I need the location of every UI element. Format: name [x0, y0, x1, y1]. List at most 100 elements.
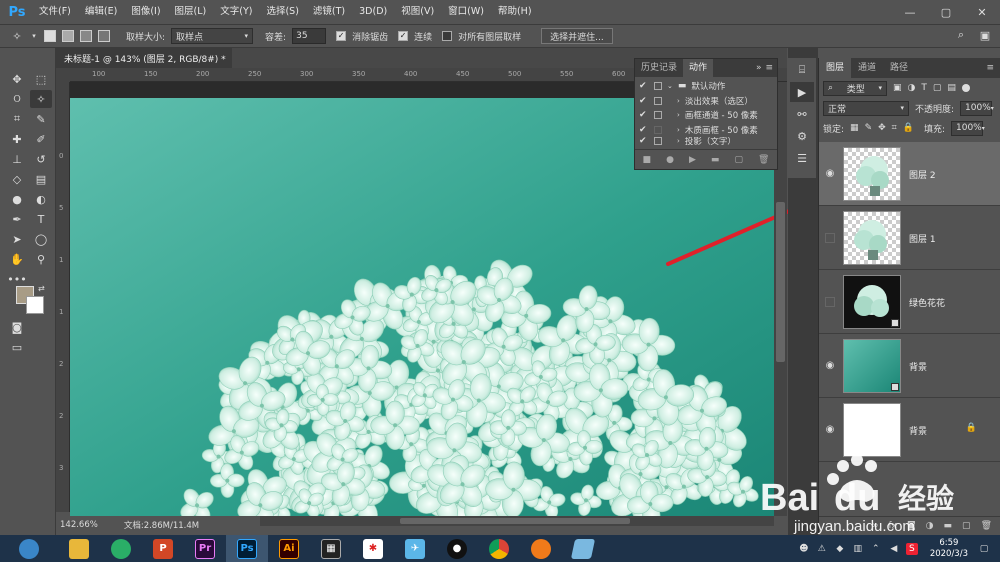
- taskbar-app-video[interactable]: ▦: [310, 535, 352, 562]
- volume-icon[interactable]: ◀: [888, 543, 900, 555]
- close-icon[interactable]: ✕: [964, 0, 1000, 24]
- subtract-selection-icon[interactable]: [80, 30, 92, 42]
- taskbar-app-powerpoint[interactable]: P: [142, 535, 184, 562]
- new-set-icon[interactable]: ▬: [711, 155, 720, 165]
- dialog-toggle-icon[interactable]: [654, 96, 662, 105]
- adjustments-panel-icon[interactable]: ⚙: [790, 126, 814, 146]
- lock-pixels-icon[interactable]: ✎: [865, 123, 873, 133]
- menu-type[interactable]: 文字(Y): [213, 0, 259, 24]
- eyedropper-tool-icon[interactable]: ✎: [30, 110, 52, 128]
- taskbar-app-wechat[interactable]: [100, 535, 142, 562]
- panel-collapse-icon[interactable]: »: [756, 63, 762, 73]
- taskbar-app-orange[interactable]: [520, 535, 562, 562]
- shape-tool-icon[interactable]: ◯: [30, 230, 52, 248]
- healing-tool-icon[interactable]: ✚: [6, 130, 28, 148]
- brush-panel-icon[interactable]: ⚯: [790, 104, 814, 124]
- taskbar-app-explorer[interactable]: [58, 535, 100, 562]
- taskbar-app-chrome[interactable]: [478, 535, 520, 562]
- action-item[interactable]: ✔ › 淡出效果（选区）: [635, 94, 777, 109]
- horizontal-scrollbar[interactable]: [260, 516, 774, 526]
- menu-filter[interactable]: 滤镜(T): [306, 0, 352, 24]
- action-center-icon[interactable]: ▢: [978, 543, 990, 555]
- filter-adjust-icon[interactable]: ◑: [908, 83, 916, 93]
- hand-tool-icon[interactable]: ✋: [6, 250, 28, 268]
- new-action-icon[interactable]: ▢: [734, 155, 743, 165]
- sogou-icon[interactable]: S: [905, 542, 918, 555]
- layer-item[interactable]: 图层 1: [819, 206, 1000, 270]
- layer-name[interactable]: 图层 2: [909, 168, 936, 181]
- filter-type-icon[interactable]: T: [921, 83, 927, 93]
- layer-filter-select[interactable]: ⌕ 类型 ▾: [823, 80, 887, 96]
- minimize-icon[interactable]: —: [892, 0, 928, 24]
- play-icon[interactable]: ▶: [689, 155, 696, 165]
- eye-hidden-icon[interactable]: [825, 297, 835, 307]
- stop-icon[interactable]: ■: [643, 155, 652, 165]
- menu-select[interactable]: 选择(S): [259, 0, 305, 24]
- menu-layer[interactable]: 图层(L): [168, 0, 214, 24]
- search-icon[interactable]: ⌕: [954, 28, 968, 42]
- pen-tool-icon[interactable]: ✒: [6, 210, 28, 228]
- record-icon[interactable]: ●: [666, 155, 674, 165]
- filter-toggle[interactable]: [961, 84, 970, 92]
- taskbar-app-red[interactable]: ✱: [352, 535, 394, 562]
- lock-transparent-icon[interactable]: ▦: [850, 123, 859, 133]
- background-color-swatch[interactable]: [26, 296, 44, 314]
- maximize-icon[interactable]: ▢: [928, 0, 964, 24]
- eye-icon[interactable]: ◉: [823, 166, 837, 180]
- menu-edit[interactable]: 编辑(E): [78, 0, 124, 24]
- network-icon[interactable]: ▥: [852, 543, 864, 555]
- taskbar-app-illustrator[interactable]: Ai: [268, 535, 310, 562]
- check-icon[interactable]: ✔: [639, 110, 649, 120]
- menu-help[interactable]: 帮助(H): [491, 0, 539, 24]
- dodge-tool-icon[interactable]: ◐: [30, 190, 52, 208]
- layer-name[interactable]: 绿色花花: [909, 296, 945, 309]
- chevron-right-icon[interactable]: ›: [677, 97, 680, 105]
- taskbar-app-bird[interactable]: ✈: [394, 535, 436, 562]
- quick-mask-icon[interactable]: ◙: [6, 318, 28, 336]
- opacity-input[interactable]: 100% ▾: [960, 100, 994, 116]
- taskbar-app-premiere[interactable]: Pr: [184, 535, 226, 562]
- screen-mode-icon[interactable]: ▭: [6, 338, 28, 356]
- gradient-tool-icon[interactable]: ▤: [30, 170, 52, 188]
- chevron-right-icon[interactable]: ›: [677, 126, 680, 134]
- new-selection-icon[interactable]: [44, 30, 56, 42]
- filter-shape-icon[interactable]: ▢: [933, 83, 942, 93]
- properties-panel-icon[interactable]: ☰: [790, 148, 814, 168]
- contiguous-checkbox[interactable]: ✓: [398, 31, 409, 41]
- lock-position-icon[interactable]: ✥: [878, 123, 886, 133]
- add-selection-icon[interactable]: [62, 30, 74, 42]
- path-select-icon[interactable]: ➤: [6, 230, 28, 248]
- horizontal-scroll-thumb[interactable]: [400, 518, 630, 524]
- actions-panel-icon[interactable]: ▶: [790, 82, 814, 102]
- tab-paths[interactable]: 路径: [883, 58, 915, 78]
- blend-mode-select[interactable]: 正常 ▾: [823, 100, 909, 116]
- antialias-checkbox[interactable]: ✓: [336, 31, 347, 41]
- notification-icon[interactable]: ⚠: [816, 543, 828, 555]
- tab-history[interactable]: 历史记录: [635, 59, 683, 77]
- start-button[interactable]: [0, 535, 58, 562]
- menu-image[interactable]: 图像(I): [124, 0, 167, 24]
- filter-pixel-icon[interactable]: ▣: [893, 83, 902, 93]
- action-item[interactable]: ✔ ⌄ ▬ 默认动作: [635, 79, 777, 94]
- type-tool-icon[interactable]: T: [30, 210, 52, 228]
- expand-tray-icon[interactable]: ⌃: [870, 543, 882, 555]
- crop-tool-icon[interactable]: ⌗: [6, 110, 28, 128]
- select-and-mask-button[interactable]: 选择并遮住...: [541, 28, 613, 44]
- layer-item[interactable]: ◉ 背景: [819, 334, 1000, 398]
- menu-view[interactable]: 视图(V): [394, 0, 441, 24]
- eye-icon[interactable]: ◉: [823, 422, 837, 436]
- chevron-down-icon[interactable]: ⌄: [667, 82, 673, 90]
- taskbar-app-photoshop[interactable]: Ps: [226, 535, 268, 562]
- tab-channels[interactable]: 通道: [851, 58, 883, 78]
- layer-item[interactable]: 绿色花花: [819, 270, 1000, 334]
- layer-name[interactable]: 背景: [909, 360, 927, 373]
- history-brush-icon[interactable]: ↺: [30, 150, 52, 168]
- zoom-tool-icon[interactable]: ⚲: [30, 250, 52, 268]
- swap-colors-icon[interactable]: ⇄: [38, 284, 45, 293]
- check-icon[interactable]: ✔: [639, 137, 649, 145]
- filter-smart-icon[interactable]: ▤: [947, 83, 956, 93]
- clock[interactable]: 6:59 2020/3/3: [930, 538, 968, 560]
- layer-item[interactable]: ◉ 图层 2: [819, 142, 1000, 206]
- dialog-toggle-icon[interactable]: [654, 111, 662, 120]
- fill-input[interactable]: 100% ▾: [951, 120, 985, 136]
